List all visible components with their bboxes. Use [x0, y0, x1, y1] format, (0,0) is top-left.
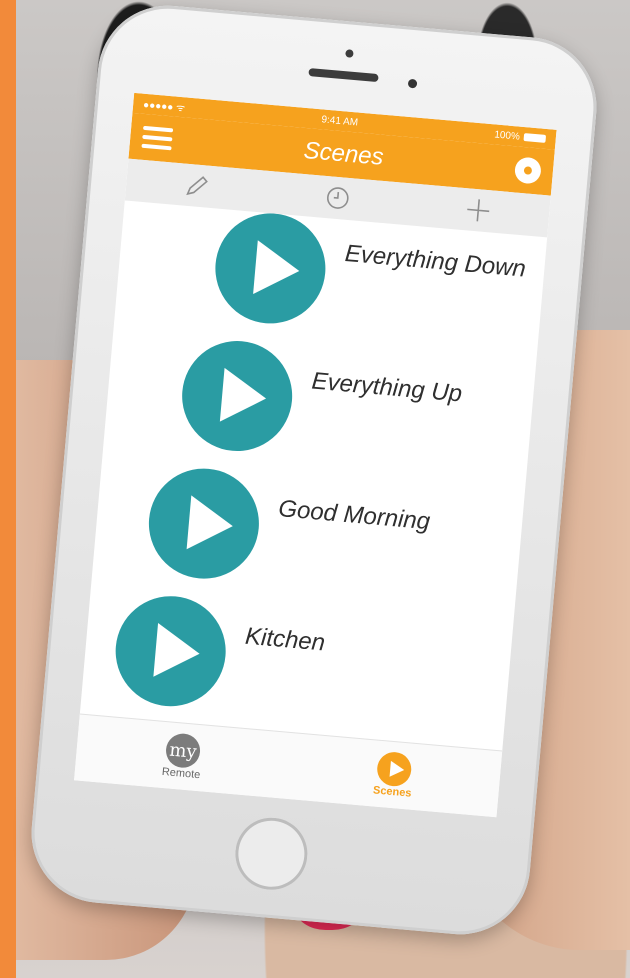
scenes-icon	[375, 750, 413, 788]
tab-label: Remote	[161, 765, 201, 782]
orange-side-strip	[0, 0, 16, 978]
scene-list: Everything Down Everything Up Good Morni…	[80, 200, 547, 751]
signal-indicator: ●●●●● ᯤ	[142, 99, 186, 115]
battery-percent: 100%	[493, 128, 521, 143]
tab-remote[interactable]: my Remote	[161, 732, 203, 781]
scene-label: Good Morning	[277, 495, 432, 536]
plus-icon[interactable]	[457, 194, 499, 227]
status-time: 9:41 AM	[321, 113, 359, 128]
play-icon[interactable]	[210, 208, 330, 329]
play-icon[interactable]	[144, 464, 264, 584]
play-icon[interactable]	[177, 336, 297, 456]
play-icon[interactable]	[111, 591, 231, 711]
tab-label: Scenes	[372, 784, 412, 800]
menu-icon[interactable]	[141, 125, 174, 151]
page-title: Scenes	[302, 136, 385, 171]
tab-scenes[interactable]: Scenes	[372, 750, 415, 800]
pencil-icon[interactable]	[176, 169, 218, 202]
battery-icon	[523, 133, 547, 143]
status-right: 100%	[493, 128, 547, 144]
clock-icon[interactable]	[317, 181, 359, 214]
iphone-device: ●●●●● ᯤ 9:41 AM 100% Scenes Everything D…	[25, 0, 603, 941]
disc-icon[interactable]	[513, 156, 543, 185]
scene-label: Everything Up	[310, 367, 464, 408]
scene-label: Kitchen	[244, 622, 327, 657]
scene-label: Everything Down	[343, 239, 527, 283]
remote-icon: my	[164, 732, 202, 770]
app-screen: ●●●●● ᯤ 9:41 AM 100% Scenes Everything D…	[74, 92, 557, 818]
